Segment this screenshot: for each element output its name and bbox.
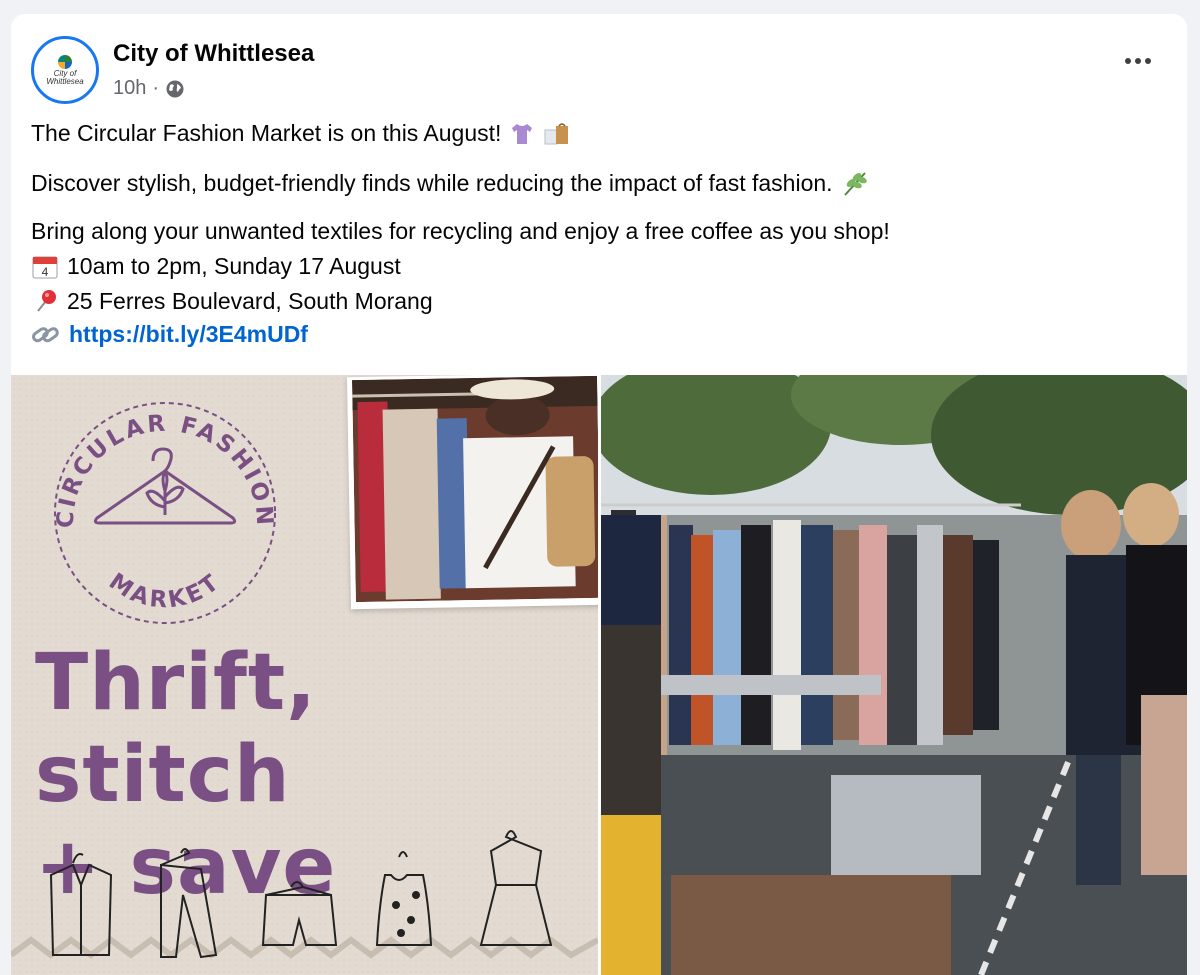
pushpin-emoji-icon (37, 290, 56, 312)
badge-bottom-text: MARKET (104, 568, 223, 613)
more-options-icon[interactable] (1125, 58, 1151, 64)
clothing-doodles (11, 830, 598, 959)
hanger-icon (93, 447, 237, 525)
calendar-day: 4 (42, 265, 49, 279)
top-doodle-icon (375, 851, 433, 946)
post-line-3: Bring along your unwanted textiles for r… (31, 218, 890, 245)
facebook-post: City of Whittlesea City of Whittlesea 10… (11, 14, 1187, 975)
post-line-text: Discover stylish, budget-friendly finds … (31, 169, 833, 196)
headline-line-1: Thrift, stitch (35, 638, 317, 820)
jacket-doodle-icon (49, 853, 113, 956)
whittlesea-logo-icon (58, 54, 72, 69)
post-line-text: Bring along your unwanted textiles for r… (31, 218, 890, 244)
shopping-bags-emoji-icon (544, 122, 569, 144)
post-line-link: https://bit.ly/3E4mUDf (31, 321, 308, 348)
post-line-location: 25 Ferres Boulevard, South Morang (31, 287, 433, 315)
post-line-text: The Circular Fashion Market is on this A… (31, 120, 502, 146)
shorts-doodle-icon (261, 881, 338, 946)
outdoor-market-clothing-racks-photo[interactable] (601, 375, 1187, 975)
event-link[interactable]: https://bit.ly/3E4mUDf (69, 321, 308, 348)
event-location: 25 Ferres Boulevard, South Morang (67, 287, 433, 314)
svg-text:MARKET: MARKET (104, 568, 226, 613)
dress-doodle-icon (479, 830, 553, 946)
herb-emoji-icon (843, 172, 867, 196)
circular-fashion-badge: CIRCULAR FASHION MARKET (53, 402, 276, 624)
post-meta: 10h · (113, 77, 185, 100)
shirt-emoji-icon (512, 123, 533, 144)
post-media[interactable]: CIRCULAR FASHION MARKET Thrift, stitch +… (11, 375, 1187, 975)
woman-browsing-clothes-rack-photo (346, 375, 598, 610)
calendar-emoji-icon: 4 (32, 256, 58, 279)
post-line-2: Discover stylish, budget-friendly finds … (31, 169, 871, 197)
globe-icon[interactable] (165, 79, 185, 99)
post-line-date: 4 10am to 2pm, Sunday 17 August (31, 253, 401, 280)
page-name[interactable]: City of Whittlesea (113, 40, 314, 68)
promo-graphic[interactable]: CIRCULAR FASHION MARKET Thrift, stitch +… (11, 375, 598, 975)
meta-separator: · (152, 77, 160, 99)
event-time: 10am to 2pm, Sunday 17 August (67, 253, 401, 279)
post-time[interactable]: 10h (113, 77, 146, 100)
post-line-1: The Circular Fashion Market is on this A… (31, 120, 571, 147)
avatar-text: City of Whittlesea (46, 68, 84, 86)
link-emoji-icon (32, 326, 59, 342)
page-avatar[interactable]: City of Whittlesea (31, 36, 99, 104)
